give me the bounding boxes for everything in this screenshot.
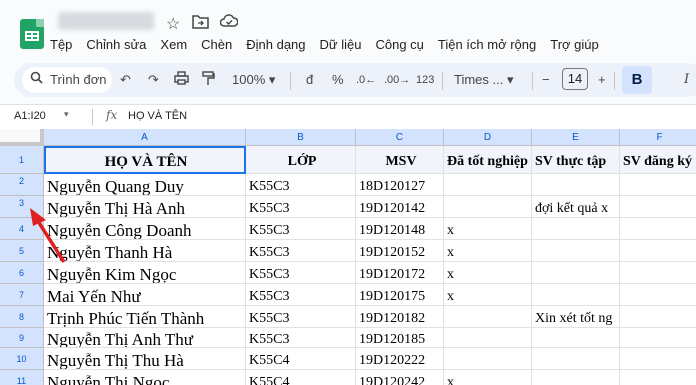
red-arrow-annotation xyxy=(30,208,66,263)
